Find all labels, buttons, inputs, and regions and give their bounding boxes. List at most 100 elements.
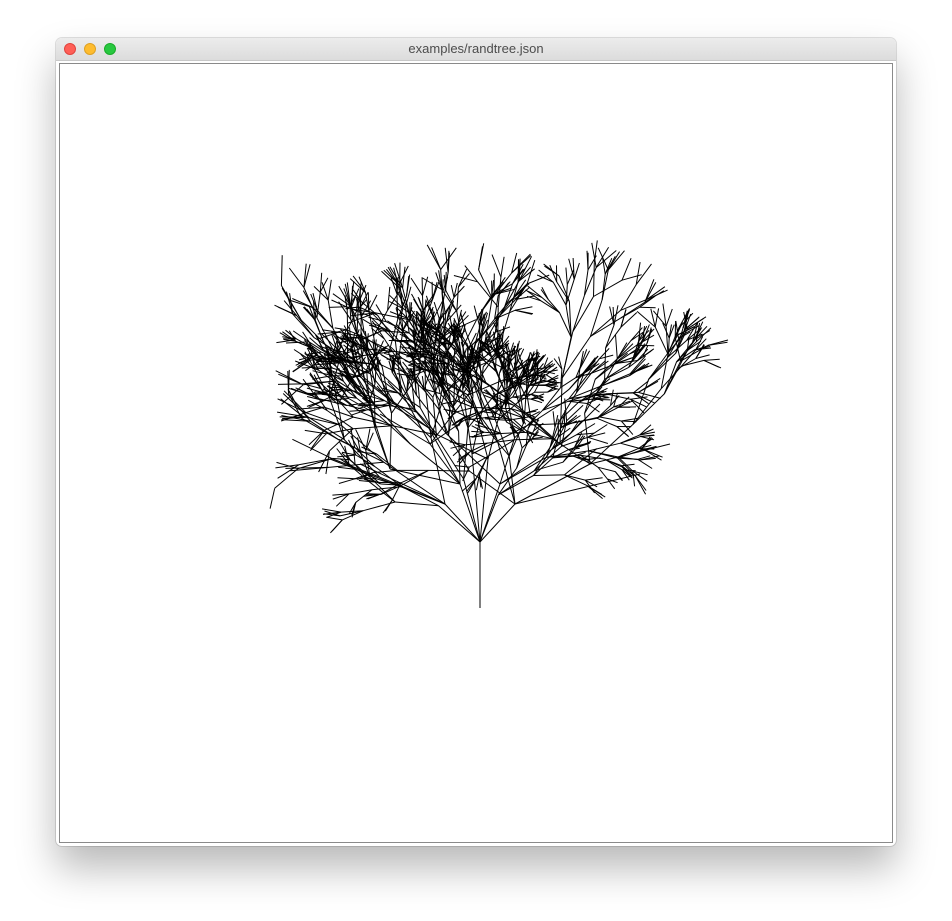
tree-branch — [593, 240, 598, 263]
tree-branch — [587, 485, 603, 495]
tree-branch — [431, 247, 442, 270]
tree-branch — [566, 404, 584, 422]
tree-branch — [585, 477, 603, 481]
tree-branch — [640, 436, 655, 441]
tree-branch — [353, 425, 393, 430]
tree-branch — [450, 284, 455, 298]
tree-branch — [621, 274, 642, 281]
tree-branch — [587, 436, 609, 444]
tree-branch — [665, 308, 673, 327]
tree-main-branches — [329, 403, 671, 543]
tree-branch — [342, 389, 357, 392]
tree-branch — [514, 309, 533, 315]
tree-branch — [541, 297, 560, 313]
tree-branch — [428, 469, 470, 472]
tree-branch — [703, 358, 720, 361]
tree-branch — [572, 295, 585, 332]
tree-branch — [337, 477, 356, 480]
tree-branch — [599, 406, 619, 418]
tree-branch — [541, 286, 549, 300]
tree-branch — [517, 433, 523, 449]
tree-branch — [572, 296, 594, 332]
tree-branch — [478, 326, 481, 348]
app-window: examples/randtree.json — [56, 38, 896, 846]
tree-branch — [660, 365, 682, 390]
tree-branch — [329, 363, 331, 399]
tree-branch — [287, 370, 289, 394]
tree-branch — [473, 407, 496, 409]
tree-branch — [560, 377, 577, 388]
tree-branch — [368, 294, 378, 311]
tree-branch — [514, 438, 553, 441]
tree-branch — [588, 442, 621, 452]
tree-branch — [269, 488, 276, 509]
tree-branch — [278, 373, 304, 386]
tree-branch — [637, 458, 653, 469]
tree-branch — [533, 447, 554, 476]
tree-branch — [327, 279, 332, 301]
tree-branch — [654, 308, 660, 328]
tree-branch — [410, 277, 423, 296]
tree-branch — [331, 458, 380, 478]
tree-branch — [374, 369, 377, 384]
tree-branch — [591, 398, 611, 401]
tree-branch — [605, 324, 615, 349]
tree-branch — [593, 262, 595, 297]
tree-branch — [565, 267, 568, 285]
tree-branch — [620, 284, 637, 311]
tree-branch — [518, 259, 520, 281]
tree-branch — [620, 442, 644, 450]
tree-branch — [660, 354, 669, 389]
tree-branch — [500, 256, 505, 278]
tree-branch — [384, 500, 393, 512]
drawing-canvas[interactable] — [59, 63, 893, 843]
random-tree-drawing — [269, 240, 729, 608]
tree-branch — [605, 392, 634, 395]
tree-branch — [514, 306, 533, 311]
tree-branch — [292, 330, 310, 343]
tree-branch — [643, 449, 663, 458]
tree-branch — [639, 306, 656, 309]
tree-branch — [607, 251, 621, 271]
tree-branch — [331, 519, 343, 532]
tree-branch — [326, 516, 343, 521]
tree-branch — [367, 292, 370, 311]
title-bar[interactable]: examples/randtree.json — [56, 38, 896, 61]
tree-branch — [306, 400, 325, 407]
tree-branch — [638, 377, 661, 393]
window-title: examples/randtree.json — [408, 41, 544, 56]
tree-branch — [484, 418, 495, 420]
tree-branch — [564, 474, 588, 487]
tree-branch — [276, 339, 293, 344]
tree-branch — [621, 258, 632, 281]
tree-branch — [620, 434, 640, 444]
tree-branch — [458, 431, 461, 485]
tree-branch — [648, 353, 668, 380]
tree-twigs — [269, 240, 729, 543]
tree-branch — [636, 344, 655, 347]
tree-branch — [491, 254, 502, 278]
tree-branch — [290, 387, 312, 396]
tree-branch — [296, 315, 315, 338]
tree-branch — [288, 267, 305, 288]
tree-branch — [338, 478, 356, 484]
tree-branch — [417, 384, 421, 408]
tree-branch — [478, 269, 493, 299]
tree-branch — [444, 314, 446, 346]
tree-branch — [497, 307, 499, 352]
tree-branch — [396, 294, 399, 320]
tree-branch — [617, 449, 641, 459]
tree-branch — [681, 359, 705, 367]
tree-branch — [533, 474, 565, 476]
tree-branch — [280, 255, 283, 286]
tree-branch — [573, 262, 580, 280]
tree-branch — [613, 392, 618, 407]
tree-branch — [703, 359, 720, 368]
tree-branch — [277, 383, 302, 385]
tree-branch — [314, 305, 317, 320]
tree-branch — [615, 334, 618, 359]
tree-branch — [498, 475, 534, 496]
tree-branch — [517, 268, 536, 283]
tree-branch — [640, 434, 655, 437]
tree-branch — [596, 406, 614, 419]
